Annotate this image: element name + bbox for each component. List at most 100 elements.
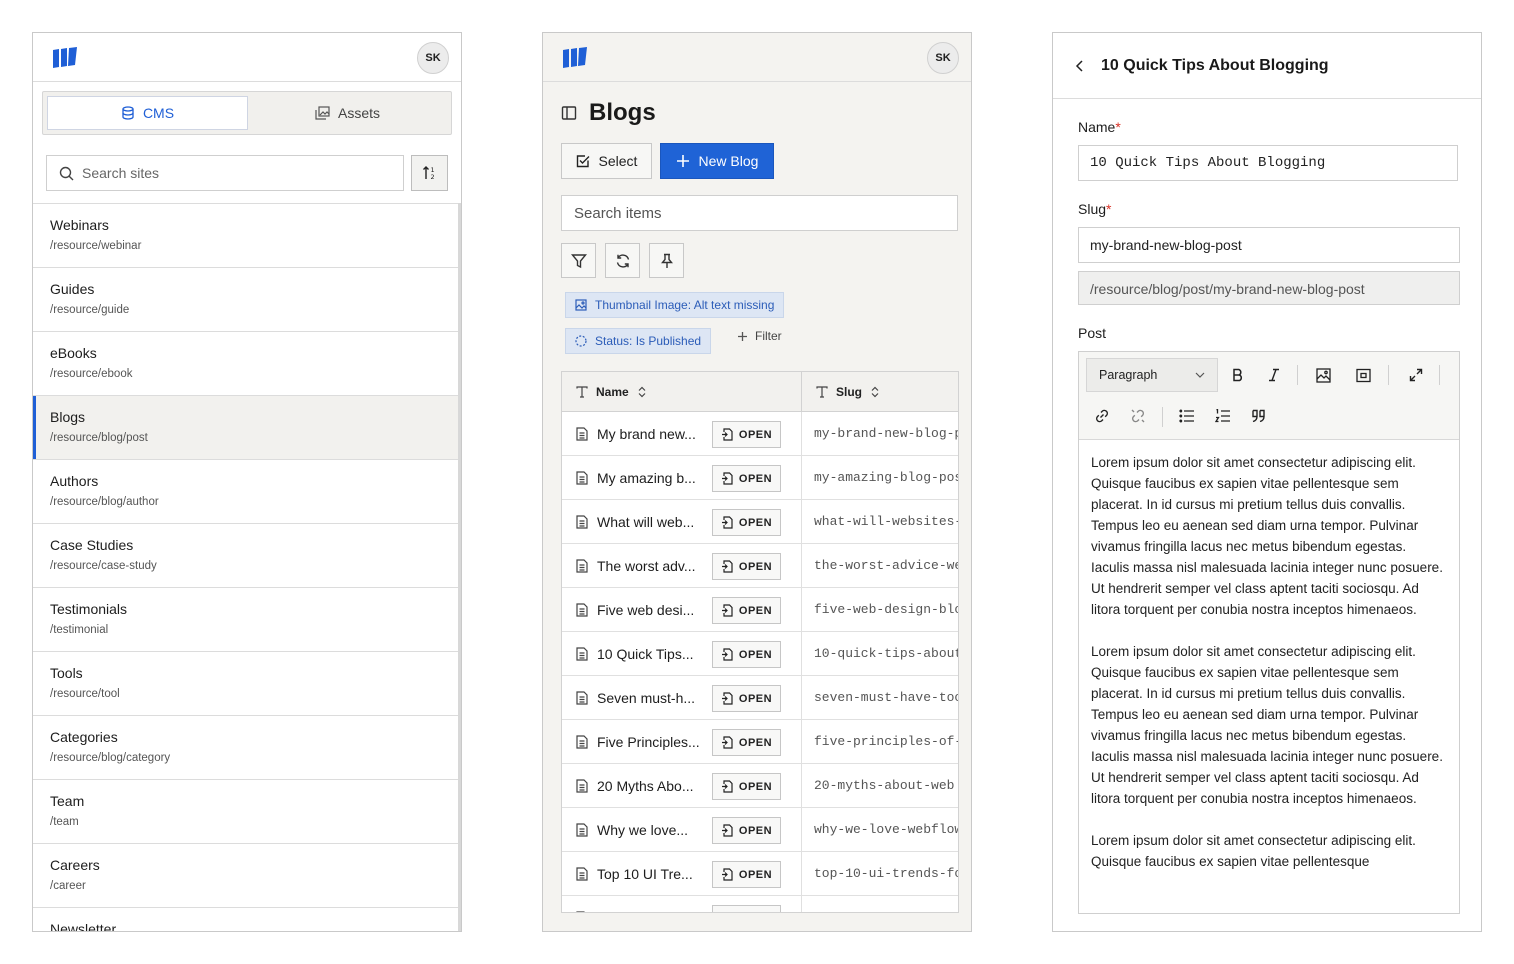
sort-chevrons-icon[interactable] [870, 386, 880, 398]
name-input[interactable]: 10 Quick Tips About Blogging [1078, 145, 1458, 181]
site-search-input[interactable]: Search sites [46, 155, 404, 191]
bulleted-list-button[interactable] [1175, 404, 1199, 428]
editor-content[interactable]: Lorem ipsum dolor sit amet consectetur a… [1079, 440, 1459, 905]
bold-button[interactable] [1226, 363, 1250, 387]
editor-toolbar: Paragraph [1079, 352, 1459, 440]
site-list-item[interactable]: Newsletter [33, 908, 460, 932]
link-button[interactable] [1090, 404, 1114, 428]
back-chevron-icon[interactable] [1075, 59, 1085, 73]
post-paragraph[interactable]: Lorem ipsum dolor sit amet consectetur a… [1091, 830, 1447, 872]
fullscreen-button[interactable] [1404, 363, 1428, 387]
sort-chevrons-icon[interactable] [637, 386, 647, 398]
site-path: /resource/case-study [50, 560, 157, 572]
blockquote-button[interactable] [1247, 404, 1271, 428]
slug-input[interactable]: my-brand-new-blog-post [1078, 227, 1460, 263]
filter-chip-alt-text[interactable]: Thumbnail Image: Alt text missing [565, 292, 785, 318]
text-type-icon [576, 385, 588, 398]
site-list-item[interactable]: Careers/career [33, 844, 460, 908]
open-button[interactable]: OPEN [712, 905, 781, 912]
filter-chip-status[interactable]: Status: Is Published [565, 328, 712, 354]
open-button[interactable]: OPEN [712, 509, 781, 536]
open-button[interactable]: OPEN [712, 465, 781, 492]
add-filter-button[interactable]: Filter [737, 329, 782, 343]
table-row[interactable]: Five web desi... OPEN five-web-design-blog [562, 588, 958, 632]
table-row[interactable]: Why we love... OPEN why-we-love-webflow [562, 808, 958, 852]
insert-image-button[interactable] [1311, 363, 1335, 387]
table-row[interactable]: My brand new... OPEN my-brand-new-blog-pos… [562, 412, 958, 456]
site-name: Newsletter [50, 921, 117, 932]
slug-cell: 10-quick-tips-about-b [814, 646, 958, 661]
site-list-item[interactable]: Authors/resource/blog/author [33, 460, 460, 524]
open-button[interactable]: OPEN [712, 597, 781, 624]
open-button[interactable]: OPEN [712, 729, 781, 756]
insert-media-button[interactable] [1351, 363, 1375, 387]
site-list-item[interactable]: Case Studies/resource/case-study [33, 524, 460, 588]
tab-cms[interactable]: CMS [47, 96, 248, 130]
sort-button[interactable]: 1 2 [411, 155, 448, 191]
post-paragraph[interactable]: Lorem ipsum dolor sit amet consectetur a… [1091, 452, 1447, 620]
slug-path-preview: /resource/blog/post/my-brand-new-blog-po… [1078, 271, 1460, 305]
table-row[interactable]: Seven must-h... OPEN seven-must-have-too [562, 676, 958, 720]
text-type-icon [816, 385, 828, 398]
open-button-label: OPEN [738, 604, 773, 617]
unlink-button[interactable] [1126, 404, 1150, 428]
site-list-item[interactable]: Tools/resource/tool [33, 652, 460, 716]
items-search-input[interactable]: Search items [561, 195, 958, 231]
name-cell: Seven must-h... OPEN [562, 676, 802, 719]
block-type-select[interactable]: Paragraph [1086, 358, 1218, 392]
editor-title: 10 Quick Tips About Blogging [1101, 56, 1329, 74]
scrollbar[interactable] [458, 203, 461, 931]
open-button[interactable]: OPEN [712, 421, 781, 448]
table-row[interactable]: 10 Quick Tips... OPEN 10-quick-tips-about-… [562, 632, 958, 676]
blog-editor-panel: 10 Quick Tips About Blogging Name* 10 Qu… [1052, 32, 1482, 932]
site-list-item[interactable]: Webinars/resource/webinar [33, 204, 460, 268]
site-list-item[interactable]: Categories/resource/blog/category [33, 716, 460, 780]
table-row[interactable]: The worst adv... OPEN the-worst-advice-we- [562, 544, 958, 588]
table-row[interactable]: Top 10 UI Tre... OPEN top-10-ui-trends-for… [562, 852, 958, 896]
table-row[interactable]: OPEN [562, 896, 958, 912]
site-name: eBooks [50, 345, 97, 361]
table-row[interactable]: 20 Myths Abo... OPEN 20-myths-about-web [562, 764, 958, 808]
sidebar-toggle-icon[interactable] [561, 105, 577, 121]
table-row[interactable]: Five Principles... OPEN five-principles-of… [562, 720, 958, 764]
site-list-item[interactable]: Guides/resource/guide [33, 268, 460, 332]
open-button[interactable]: OPEN [712, 817, 781, 844]
open-file-icon [721, 516, 733, 529]
pin-button[interactable] [649, 243, 684, 278]
select-button[interactable]: Select [561, 143, 652, 179]
post-paragraph[interactable]: Lorem ipsum dolor sit amet consectetur a… [1091, 641, 1447, 809]
site-path: /resource/guide [50, 304, 130, 316]
site-list-item[interactable]: Testimonials/testimonial [33, 588, 460, 652]
slug-cell: five-web-design-blog [814, 602, 958, 617]
numbered-list-button[interactable] [1211, 404, 1235, 428]
site-path: /resource/tool [50, 688, 120, 700]
blog-name: Seven must-h... [597, 689, 696, 706]
open-button[interactable]: OPEN [712, 553, 781, 580]
italic-button[interactable] [1262, 363, 1286, 387]
rich-text-editor[interactable]: Paragraph Lorem ipsum dolor sit amet con… [1078, 351, 1460, 914]
slug-cell: top-10-ui-trends-for- [814, 866, 958, 881]
tab-assets[interactable]: Assets [248, 96, 447, 130]
column-header-name[interactable]: Name [562, 372, 802, 411]
open-button-label: OPEN [738, 780, 773, 793]
table-row[interactable]: What will web... OPEN what-will-websites-b… [562, 500, 958, 544]
open-file-icon [721, 648, 733, 661]
bulleted-list-icon [1179, 409, 1194, 423]
avatar[interactable]: SK [417, 42, 449, 74]
new-blog-button[interactable]: New Blog [660, 143, 774, 179]
site-list-item[interactable]: Blogs/resource/blog/post [33, 396, 460, 460]
logo-icon [563, 47, 587, 68]
column-header-slug[interactable]: Slug [802, 372, 880, 411]
open-button[interactable]: OPEN [712, 773, 781, 800]
site-list-item[interactable]: Team/team [33, 780, 460, 844]
bold-icon [1233, 368, 1242, 382]
open-button[interactable]: OPEN [712, 861, 781, 888]
filter-button[interactable] [561, 243, 596, 278]
site-list-item[interactable]: eBooks/resource/ebook [33, 332, 460, 396]
open-button[interactable]: OPEN [712, 641, 781, 668]
open-button[interactable]: OPEN [712, 685, 781, 712]
table-row[interactable]: My amazing b... OPEN my-amazing-blog-post [562, 456, 958, 500]
add-filter-label: Filter [755, 329, 782, 343]
avatar[interactable]: SK [927, 42, 959, 74]
refresh-button[interactable] [605, 243, 640, 278]
